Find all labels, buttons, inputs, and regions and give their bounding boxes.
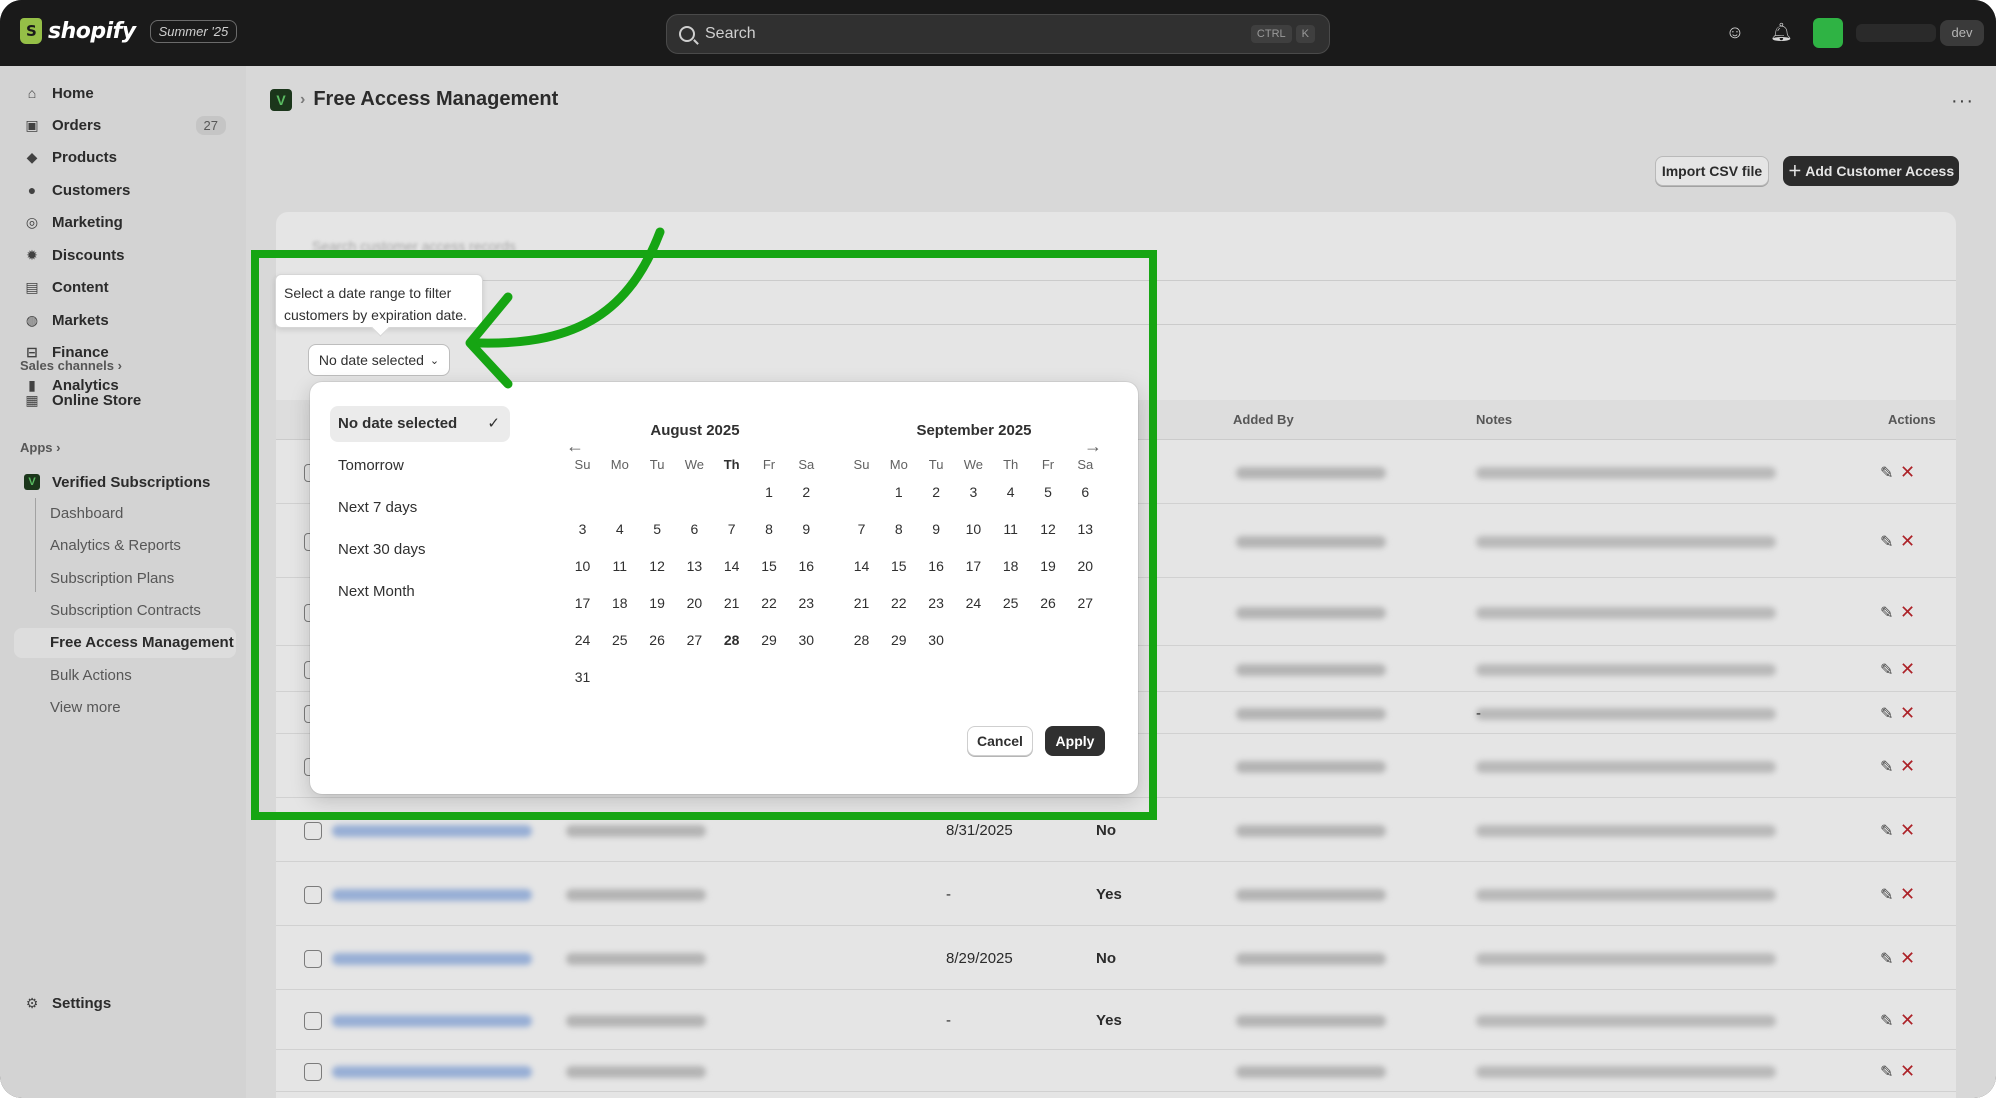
annotation-highlight-box [251,250,1157,820]
search-icon [679,26,695,42]
brand-name: shopify [48,18,136,44]
store-name[interactable] [1856,24,1936,42]
app-window: shopify Summer '25 Search CTRL K ☺ 🔔︎ de… [0,0,1996,1098]
shortcut-key: K [1295,25,1315,43]
store-badge[interactable]: dev [1940,20,1984,46]
bell-icon[interactable]: 🔔︎ [1770,22,1793,42]
global-search-input[interactable]: Search CTRL K [666,14,1330,54]
top-bar: shopify Summer '25 Search CTRL K ☺ 🔔︎ de… [0,0,1996,66]
store-avatar[interactable] [1813,18,1843,48]
sidekick-icon[interactable]: ☺ [1725,22,1745,42]
shortcut-key: CTRL [1250,25,1292,43]
edition-badge: Summer '25 [149,19,238,43]
keyboard-shortcut: CTRL K [1250,25,1315,43]
shopify-logo[interactable]: shopify Summer '25 [20,18,238,44]
shopify-bag-icon [20,18,42,44]
search-placeholder: Search [705,25,756,42]
